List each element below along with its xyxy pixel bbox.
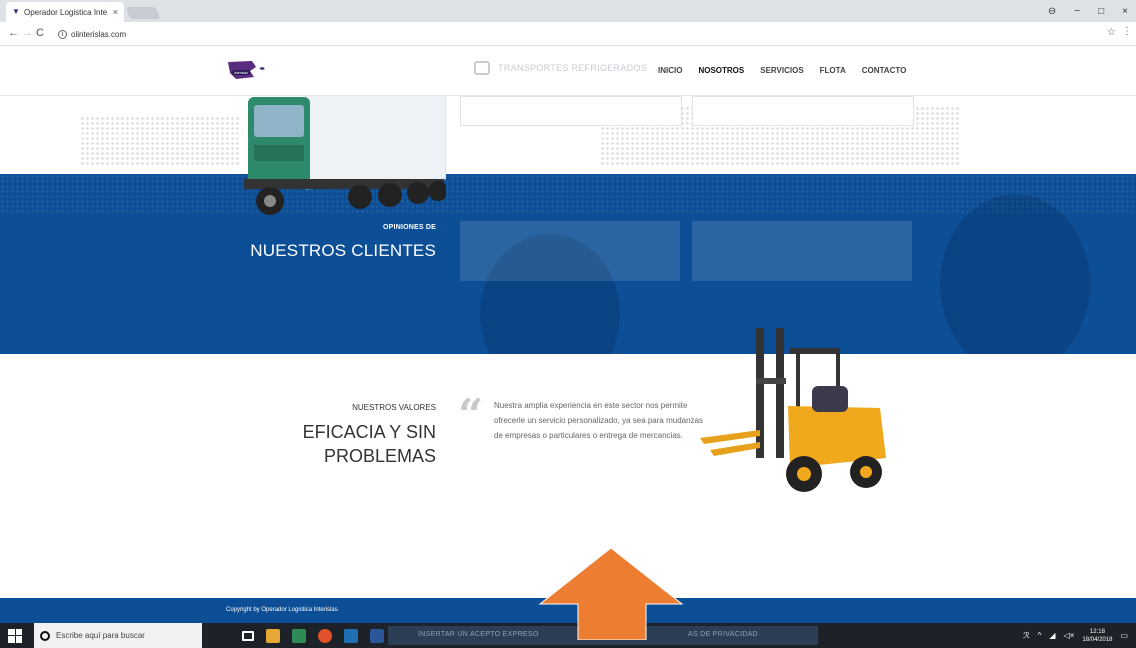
new-tab-button[interactable]: [125, 7, 161, 19]
notifications-icon[interactable]: ▭: [1120, 631, 1128, 640]
clock-time: 12:18: [1089, 628, 1105, 635]
close-window-button[interactable]: ×: [1122, 6, 1128, 17]
site-header: Interislas TRANSPORTES REFRIGERADOS INIC…: [0, 47, 1136, 96]
maximize-button[interactable]: □: [1098, 6, 1104, 17]
service-card[interactable]: [692, 96, 914, 126]
background-portrait: [940, 194, 1090, 354]
testimonials-title: NUESTROS CLIENTES: [250, 241, 436, 260]
site-logo[interactable]: Interislas: [226, 59, 276, 81]
world-map-band: [0, 96, 1136, 174]
menu-item-flota[interactable]: FLOTA: [820, 66, 846, 75]
bookmark-star-icon[interactable]: ☆: [1107, 27, 1116, 38]
person-icon[interactable]: ℛ: [1023, 631, 1029, 640]
values-title: EFICACIA Y SIN PROBLEMAS: [0, 420, 436, 468]
main-menu: INICIO NOSOTROS SERVICIOS FLOTA CONTACTO: [658, 66, 906, 75]
values-quote: Nuestra amplia experiencia en este secto…: [494, 401, 704, 440]
running-window-text-right: AS DE PRIVACIDAD: [688, 631, 759, 638]
system-clock[interactable]: 12:18 18/04/2018: [1082, 628, 1112, 644]
powerpoint-icon[interactable]: [292, 628, 306, 643]
menu-item-nosotros[interactable]: NOSOTROS: [698, 66, 744, 75]
values-title-line1: EFICACIA Y SIN: [302, 422, 436, 442]
browser-menu-icon[interactable]: ⋮: [1122, 26, 1132, 37]
network-icon[interactable]: ◢: [1049, 631, 1055, 640]
windows-start-icon[interactable]: [8, 628, 22, 643]
values-kicker: NUESTROS VALORES: [352, 403, 436, 412]
windows-store-icon[interactable]: [344, 628, 358, 643]
back-arrow-icon[interactable]: ←: [8, 27, 19, 39]
volume-icon[interactable]: ◁×: [1064, 631, 1075, 640]
quote-mark-icon: “: [458, 390, 484, 441]
values-title-line2: PROBLEMAS: [323, 446, 436, 466]
system-tray: ℛ ^ ◢ ◁× 12:18 18/04/2018 ▭: [1023, 623, 1128, 648]
testimonial-slot: [460, 221, 680, 281]
tab-title: Operador Logistica Inte: [24, 7, 108, 17]
browser-tab-strip: ▼ Operador Logistica Inte × ⊖ − □ ×: [0, 0, 1136, 22]
running-window-text: INSERTAR UN ACEPTO EXPRESO: [418, 631, 539, 638]
cortana-icon: [40, 630, 50, 641]
clock-date: 18/04/2018: [1082, 636, 1113, 643]
web-page: Interislas TRANSPORTES REFRIGERADOS INIC…: [0, 47, 1136, 623]
chevron-up-icon[interactable]: ^: [1038, 631, 1042, 640]
map-dots: [0, 174, 1136, 214]
taskbar-search-input[interactable]: Escribe aquí para buscar: [34, 623, 202, 648]
info-icon[interactable]: i: [58, 29, 67, 39]
orange-arrow-annotation: [538, 547, 684, 640]
ghost-text: TRANSPORTES REFRIGERADOS: [498, 63, 648, 73]
forward-arrow-icon[interactable]: →: [22, 27, 33, 39]
map-dots: [80, 116, 240, 166]
word-icon[interactable]: [370, 628, 384, 643]
url-input[interactable]: i olinterislas.com: [58, 26, 1108, 42]
chrome-icon[interactable]: [318, 628, 332, 643]
window-controls: ⊖ − □ ×: [1048, 0, 1136, 22]
tab-close-icon[interactable]: ×: [113, 7, 118, 17]
user-circle-icon[interactable]: ⊖: [1048, 6, 1056, 17]
service-card[interactable]: [460, 96, 682, 126]
copyright-text: Copyright by Operador Logistica Interisl…: [226, 607, 338, 613]
bus-icon: [474, 61, 490, 75]
task-view-icon[interactable]: [242, 630, 254, 641]
testimonial-slot: [692, 221, 912, 281]
address-bar-row: ← → C i olinterislas.com ☆ ⋮: [0, 22, 1136, 46]
screen: ▼ Operador Logistica Inte × ⊖ − □ × ← → …: [0, 0, 1136, 648]
browser-tab[interactable]: ▼ Operador Logistica Inte ×: [6, 2, 124, 22]
menu-item-contacto[interactable]: CONTACTO: [862, 66, 907, 75]
ghost-service-label: TRANSPORTES REFRIGERADOS: [474, 61, 647, 75]
menu-item-inicio[interactable]: INICIO: [658, 66, 682, 75]
file-explorer-icon[interactable]: [266, 628, 280, 643]
testimonials-section: [0, 174, 1136, 354]
url-text: olinterislas.com: [71, 29, 127, 39]
taskbar-search-placeholder: Escribe aquí para buscar: [56, 631, 145, 640]
reload-icon[interactable]: C: [36, 27, 44, 39]
svg-text:Interislas: Interislas: [234, 71, 248, 75]
menu-item-servicios[interactable]: SERVICIOS: [760, 66, 803, 75]
taskbar-apps: [242, 628, 384, 643]
site-favicon-icon: ▼: [12, 7, 20, 16]
testimonials-kicker: OPINIONES DE: [383, 224, 436, 231]
forklift-image: [700, 328, 886, 492]
minimize-button[interactable]: −: [1074, 6, 1080, 17]
